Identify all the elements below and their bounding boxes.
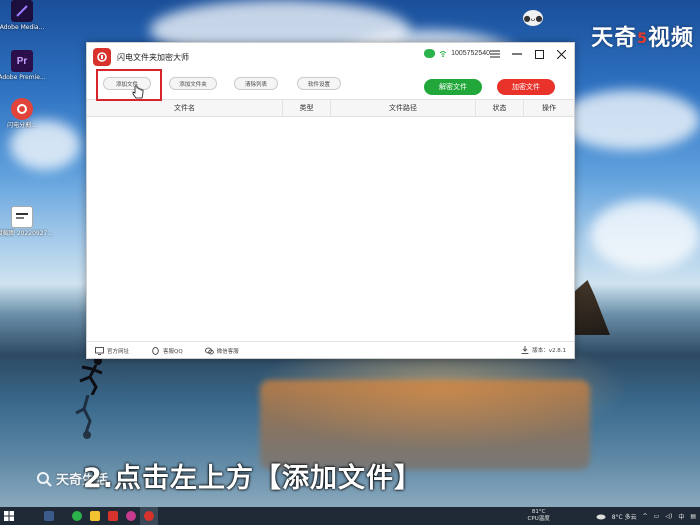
- desktop-icon-label: 闪电分割...: [7, 122, 37, 129]
- taskbar-explorer[interactable]: [86, 507, 104, 525]
- website-link[interactable]: 官方网址: [95, 346, 130, 355]
- app-window: 闪电文件夹加密大师 1005752540 添加文件 添加文件夹 清除列表 软件设…: [86, 42, 575, 359]
- network-icon[interactable]: ▭: [654, 513, 660, 520]
- app-logo-icon: [93, 48, 111, 66]
- taskbar-encryptor[interactable]: [140, 507, 158, 525]
- folder-icon: [90, 511, 100, 521]
- minimize-icon[interactable]: [508, 45, 526, 63]
- desktop-icon-label: Adobe Premie...: [0, 74, 46, 81]
- search-logo-icon: [37, 471, 52, 487]
- column-header-path[interactable]: 文件路径: [331, 100, 476, 116]
- cloud-weather-icon: [596, 514, 606, 520]
- tutorial-subtitle: 2.点击左上方【添加文件】: [83, 463, 423, 494]
- adobe-premiere-icon: Pr: [11, 50, 33, 72]
- brand-watermark: 天奇5视频: [591, 20, 694, 52]
- download-icon: [521, 346, 529, 354]
- taskbar-browser[interactable]: [122, 507, 140, 525]
- wechat-icon: [424, 49, 436, 58]
- app-title: 闪电文件夹加密大师: [117, 52, 189, 62]
- runner-reflection: [75, 395, 92, 439]
- column-header-type[interactable]: 类型: [283, 100, 331, 116]
- taskbar-wechat[interactable]: [68, 507, 86, 525]
- column-header-status[interactable]: 状态: [476, 100, 524, 116]
- column-header-filename[interactable]: 文件名: [87, 100, 283, 116]
- brand-number: 5: [637, 31, 648, 47]
- file-list[interactable]: [87, 117, 574, 341]
- cpu-temp-value: 81°C: [531, 509, 546, 515]
- split-app-icon: [11, 98, 33, 120]
- brand-text: 天奇: [591, 26, 638, 51]
- taskbar-terminal[interactable]: [40, 507, 58, 525]
- desktop-icon-label: 深度截图 20220927...: [0, 230, 54, 237]
- adobe-media-encoder-icon: [11, 0, 33, 22]
- taskbar-wps[interactable]: [104, 507, 122, 525]
- column-header-action[interactable]: 操作: [524, 100, 574, 116]
- monitor-icon: [95, 346, 104, 355]
- bird-icon: ●ᴗ●: [523, 10, 543, 26]
- volume-icon[interactable]: ◁): [665, 513, 672, 520]
- menu-icon[interactable]: [486, 45, 504, 63]
- clear-list-button[interactable]: 清除列表: [234, 77, 278, 90]
- version-info[interactable]: 版本：v2.8.1: [521, 346, 566, 354]
- encryptor-taskbar-icon: [144, 511, 154, 521]
- wechat-link[interactable]: 微信客服: [204, 347, 239, 355]
- user-info[interactable]: 1005752540: [424, 49, 490, 58]
- desktop-icon-adobe-media[interactable]: Adobe Media...: [0, 0, 44, 32]
- signal-icon: [439, 50, 447, 57]
- table-header: 文件名 类型 文件路径 状态 操作: [87, 99, 574, 117]
- add-folder-button[interactable]: 添加文件夹: [169, 77, 217, 90]
- wps-icon: [108, 511, 118, 521]
- highlight-box: [96, 69, 162, 101]
- toolbar: 添加文件 添加文件夹 清除列表 软件设置 解密文件 加密文件: [87, 69, 574, 101]
- close-icon[interactable]: [552, 45, 570, 63]
- brand-tail: 视频: [647, 26, 694, 51]
- chevron-up-icon[interactable]: ^: [643, 513, 648, 520]
- wechat-service-icon: [204, 347, 214, 354]
- notification-icon[interactable]: ▤: [690, 513, 696, 520]
- settings-button[interactable]: 软件设置: [297, 77, 341, 90]
- decrypt-file-button[interactable]: 解密文件: [424, 79, 482, 95]
- encrypt-file-button[interactable]: 加密文件: [497, 79, 555, 95]
- taskbar: 81°C CPU温度 8°C 多云 ^ ▭ ◁) 中 ▤: [0, 507, 700, 525]
- cpu-temperature[interactable]: 81°C CPU温度: [528, 509, 550, 523]
- cpu-temp-label: CPU温度: [527, 516, 550, 522]
- desktop-icon-label: Adobe Media...: [0, 24, 45, 31]
- maximize-icon[interactable]: [530, 45, 548, 63]
- desktop-icon-screenshot[interactable]: 深度截图 20220927...: [0, 206, 53, 238]
- start-button[interactable]: [0, 507, 18, 525]
- qq-label: 客服QQ: [163, 348, 183, 355]
- browser-icon: [126, 511, 136, 521]
- qq-link[interactable]: 客服QQ: [151, 346, 183, 355]
- wechat-service-label: 微信客服: [216, 348, 239, 355]
- runner-silhouette: [79, 357, 103, 395]
- qq-icon: [152, 346, 159, 355]
- wechat-taskbar-icon: [72, 511, 82, 521]
- website-label: 官方网址: [107, 348, 130, 355]
- status-bar: 官方网址 客服QQ 微信客服 版本：v2.8.1: [87, 341, 574, 359]
- desktop-icon-split[interactable]: 闪电分割...: [0, 98, 44, 130]
- version-label: 版本：v2.8.1: [532, 348, 566, 354]
- terminal-icon: [44, 511, 54, 521]
- title-bar[interactable]: 闪电文件夹加密大师 1005752540: [87, 43, 574, 71]
- ime-indicator[interactable]: 中: [678, 512, 684, 521]
- user-id: 1005752540: [451, 50, 490, 57]
- desktop-icon-adobe-premiere[interactable]: Pr Adobe Premie...: [0, 50, 46, 82]
- cloud: [590, 200, 700, 270]
- weather-text[interactable]: 8°C 多云: [612, 512, 637, 521]
- screenshot-file-icon: [11, 206, 33, 228]
- windows-logo-icon: [4, 511, 14, 521]
- system-tray: 81°C CPU温度 8°C 多云 ^ ▭ ◁) 中 ▤: [528, 507, 696, 525]
- cloud: [560, 90, 700, 150]
- window-controls: [486, 45, 570, 63]
- hand-cursor-icon: [132, 85, 144, 99]
